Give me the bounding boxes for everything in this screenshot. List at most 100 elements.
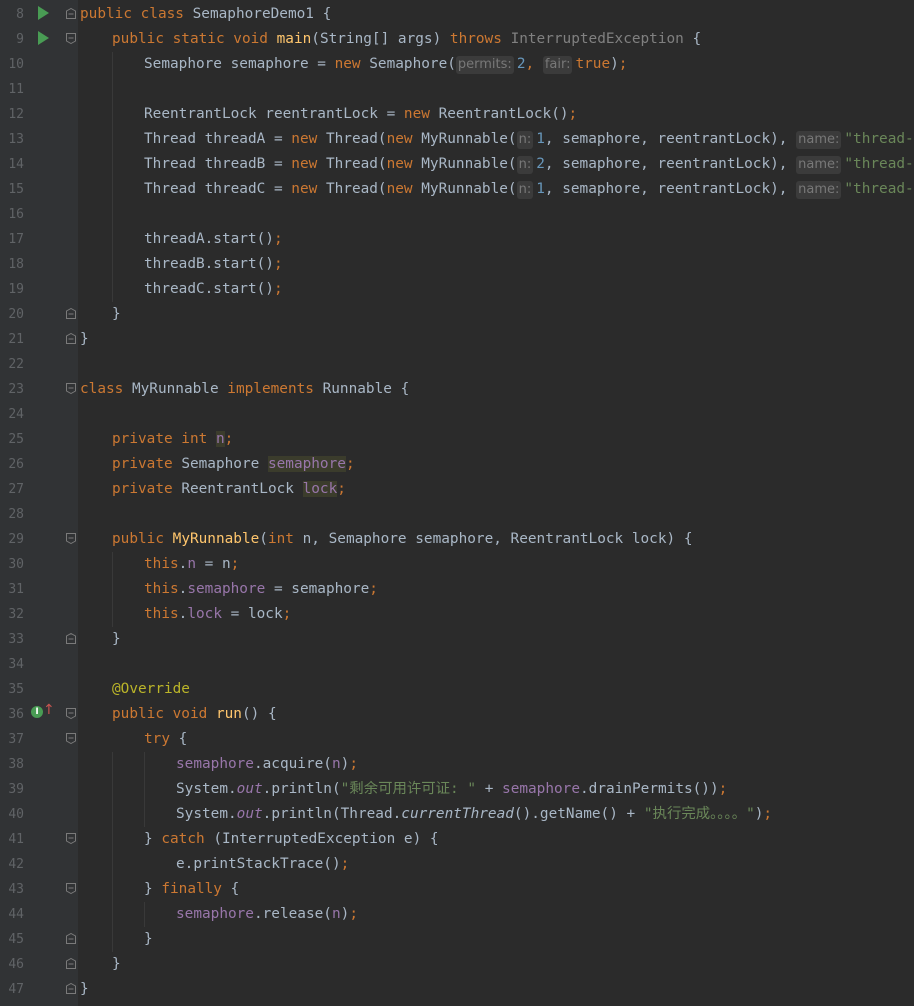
code-line-14[interactable]: Thread threadB = new Thread(new MyRunnab… (144, 152, 914, 177)
token: class (80, 381, 132, 397)
token: lock (187, 606, 222, 622)
token: ; (568, 106, 578, 122)
code-line-43[interactable]: } finally { (144, 877, 239, 902)
code-line-29[interactable]: public MyRunnable(int n, Semaphore semap… (112, 527, 693, 552)
line-number: 8 (16, 7, 24, 22)
token: ; (340, 856, 350, 872)
token: true (575, 56, 611, 72)
run-icon[interactable] (38, 6, 49, 20)
fold-icon[interactable] (66, 8, 76, 19)
token: private (112, 481, 182, 497)
indent-guide (112, 52, 113, 302)
code-line-27[interactable]: private ReentrantLock lock; (112, 477, 346, 502)
code-line-26[interactable]: private Semaphore semaphore; (112, 452, 355, 477)
fold-icon[interactable] (66, 33, 76, 44)
token: "thread-B" (844, 156, 914, 172)
code-line-35[interactable]: @Override (112, 677, 190, 702)
fold-icon[interactable] (66, 308, 76, 319)
code-line-21[interactable]: } (80, 327, 89, 352)
line-number: 12 (8, 107, 24, 122)
fold-icon[interactable] (66, 733, 76, 744)
code-line-25[interactable]: private int n; (112, 427, 233, 452)
code-line-23[interactable]: class MyRunnable implements Runnable { (80, 377, 409, 402)
code-line-19[interactable]: threadC.start(); (144, 277, 283, 302)
fold-icon[interactable] (66, 708, 76, 719)
code-line-9[interactable]: public static void main(String[] args) t… (112, 27, 701, 52)
token: MyRunnable( (421, 131, 517, 147)
code-line-17[interactable]: threadA.start(); (144, 227, 283, 252)
code-line-36[interactable]: public void run() { (112, 702, 277, 727)
code-line-37[interactable]: try { (144, 727, 187, 752)
token: = semaphore (265, 581, 370, 597)
token: ().getName() + (513, 806, 644, 822)
fold-icon[interactable] (66, 983, 76, 994)
token: ReentrantLock() (438, 106, 569, 122)
gutter-line-26: 26 (0, 452, 78, 477)
token: { (230, 881, 240, 897)
code-line-31[interactable]: this.semaphore = semaphore; (144, 577, 378, 602)
line-number: 37 (8, 732, 24, 747)
parameter-hint: n: (516, 181, 534, 199)
line-number: 35 (8, 682, 24, 697)
code-line-15[interactable]: Thread threadC = new Thread(new MyRunnab… (144, 177, 914, 202)
token: Semaphore semaphore = (144, 56, 335, 72)
code-line-20[interactable]: } (112, 302, 121, 327)
code-line-40[interactable]: System.out.println(Thread.currentThread(… (176, 802, 772, 827)
token: System. (176, 781, 237, 797)
token: Thread( (325, 181, 387, 197)
code-line-47[interactable]: } (80, 977, 89, 1002)
line-number: 14 (8, 157, 24, 172)
run-icon[interactable] (38, 31, 49, 45)
code-line-44[interactable]: semaphore.release(n); (176, 902, 358, 927)
code-line-13[interactable]: Thread threadA = new Thread(new MyRunnab… (144, 127, 914, 152)
line-number: 41 (8, 832, 24, 847)
code-line-38[interactable]: semaphore.acquire(n); (176, 752, 358, 777)
code-line-39[interactable]: System.out.println("剩余可用许可证: " + semapho… (176, 777, 727, 802)
token: new (386, 181, 422, 197)
token: } (144, 831, 162, 847)
fold-icon[interactable] (66, 383, 76, 394)
code-line-18[interactable]: threadB.start(); (144, 252, 283, 277)
fold-icon[interactable] (66, 958, 76, 969)
gutter-line-25: 25 (0, 427, 78, 452)
code-line-42[interactable]: e.printStackTrace(); (176, 852, 349, 877)
code-area[interactable]: public class SemaphoreDemo1 { public sta… (78, 0, 914, 1006)
code-line-8[interactable]: public class SemaphoreDemo1 { (80, 2, 331, 27)
token: } (144, 881, 162, 897)
fold-icon[interactable] (66, 533, 76, 544)
line-number: 26 (8, 457, 24, 472)
line-number: 19 (8, 282, 24, 297)
code-line-46[interactable]: } (112, 952, 121, 977)
token: private (112, 456, 182, 472)
token: @Override (112, 681, 190, 697)
code-line-12[interactable]: ReentrantLock reentrantLock = new Reentr… (144, 102, 577, 127)
fold-icon[interactable] (66, 883, 76, 894)
token: .println( (262, 781, 341, 797)
gutter-line-34: 34 (0, 652, 78, 677)
gutter-line-28: 28 (0, 502, 78, 527)
gutter-line-27: 27 (0, 477, 78, 502)
code-line-30[interactable]: this.n = n; (144, 552, 239, 577)
line-number: 36 (8, 707, 24, 722)
token: , semaphore, reentrantLock), (544, 181, 797, 197)
code-line-41[interactable]: } catch (InterruptedException e) { (144, 827, 439, 852)
overridden-method-icon[interactable]: I ↑ (31, 703, 55, 720)
gutter-line-40: 40 (0, 802, 78, 827)
gutter-line-24: 24 (0, 402, 78, 427)
fold-icon[interactable] (66, 833, 76, 844)
fold-icon[interactable] (66, 633, 76, 644)
code-line-32[interactable]: this.lock = lock; (144, 602, 291, 627)
code-editor[interactable]: 8 9 10 11 12 13 14 15 16 17 18 19 20 21 … (0, 0, 914, 1006)
parameter-hint: permits: (455, 56, 514, 74)
line-number: 9 (16, 32, 24, 47)
line-number: 44 (8, 907, 24, 922)
token: Runnable { (322, 381, 410, 397)
line-number: 25 (8, 432, 24, 447)
code-line-10[interactable]: Semaphore semaphore = new Semaphore(perm… (144, 52, 627, 77)
token: .acquire( (253, 756, 332, 772)
fold-icon[interactable] (66, 333, 76, 344)
fold-icon[interactable] (66, 933, 76, 944)
token: SemaphoreDemo1 { (192, 6, 332, 22)
code-line-33[interactable]: } (112, 627, 121, 652)
code-line-45[interactable]: } (144, 927, 153, 952)
